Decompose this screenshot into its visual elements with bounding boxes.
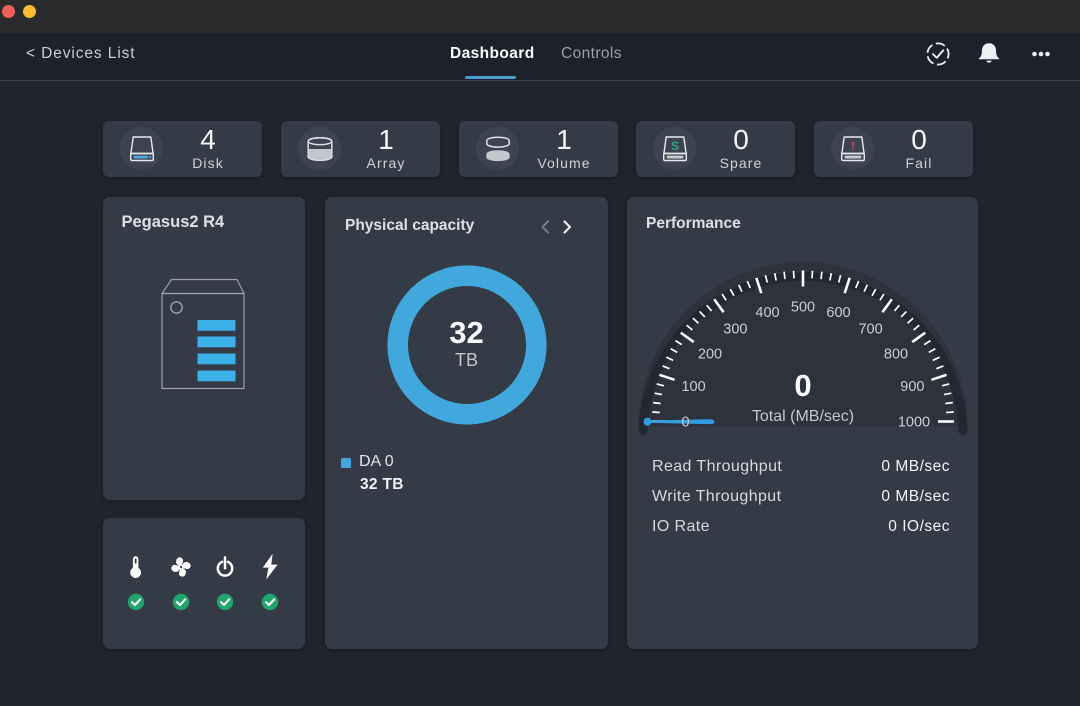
svg-text:200: 200 — [698, 347, 722, 363]
svg-text:800: 800 — [884, 347, 908, 363]
svg-text:1000: 1000 — [898, 414, 930, 430]
svg-text:0: 0 — [794, 368, 811, 403]
svg-text:500: 500 — [791, 299, 815, 315]
svg-text:100: 100 — [681, 379, 705, 395]
svg-text:600: 600 — [826, 305, 850, 321]
svg-text:0: 0 — [681, 415, 689, 431]
svg-text:S: S — [670, 139, 678, 153]
svg-text:900: 900 — [900, 379, 924, 395]
svg-text:400: 400 — [755, 305, 779, 321]
svg-text:!: ! — [851, 139, 855, 153]
svg-text:700: 700 — [858, 321, 882, 337]
svg-text:300: 300 — [723, 321, 747, 337]
svg-text:Total (MB/sec): Total (MB/sec) — [752, 408, 854, 425]
